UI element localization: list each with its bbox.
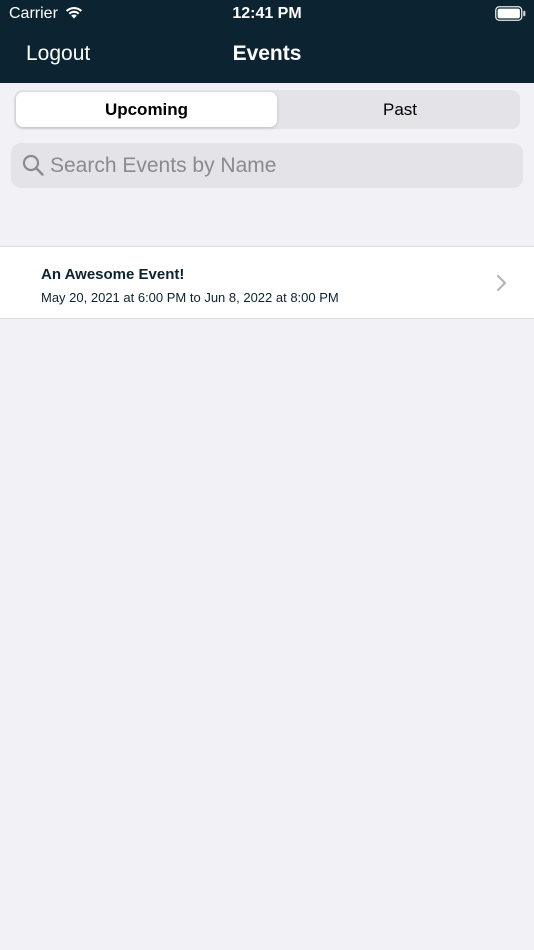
event-dates: May 20, 2021 at 6:00 PM to Jun 8, 2022 a… — [41, 290, 339, 305]
events-list: An Awesome Event! May 20, 2021 at 6:00 P… — [0, 246, 534, 319]
search-bar — [11, 143, 523, 188]
segment-upcoming[interactable]: Upcoming — [16, 92, 277, 127]
search-input[interactable] — [50, 143, 510, 188]
status-time: 12:41 PM — [232, 5, 302, 22]
battery-icon — [495, 6, 526, 26]
navigation-bar: Logout Events — [0, 28, 534, 83]
event-title: An Awesome Event! — [41, 266, 185, 283]
header: Carrier 12:41 PM Logout Events — [0, 0, 534, 83]
events-segmented-control: Upcoming Past — [14, 90, 520, 129]
page-title: Events — [232, 42, 302, 65]
event-row[interactable]: An Awesome Event! May 20, 2021 at 6:00 P… — [0, 247, 534, 318]
chevron-right-icon — [495, 274, 507, 297]
search-icon — [22, 154, 44, 181]
segment-past[interactable]: Past — [282, 92, 518, 127]
status-bar: Carrier 12:41 PM — [0, 0, 534, 28]
